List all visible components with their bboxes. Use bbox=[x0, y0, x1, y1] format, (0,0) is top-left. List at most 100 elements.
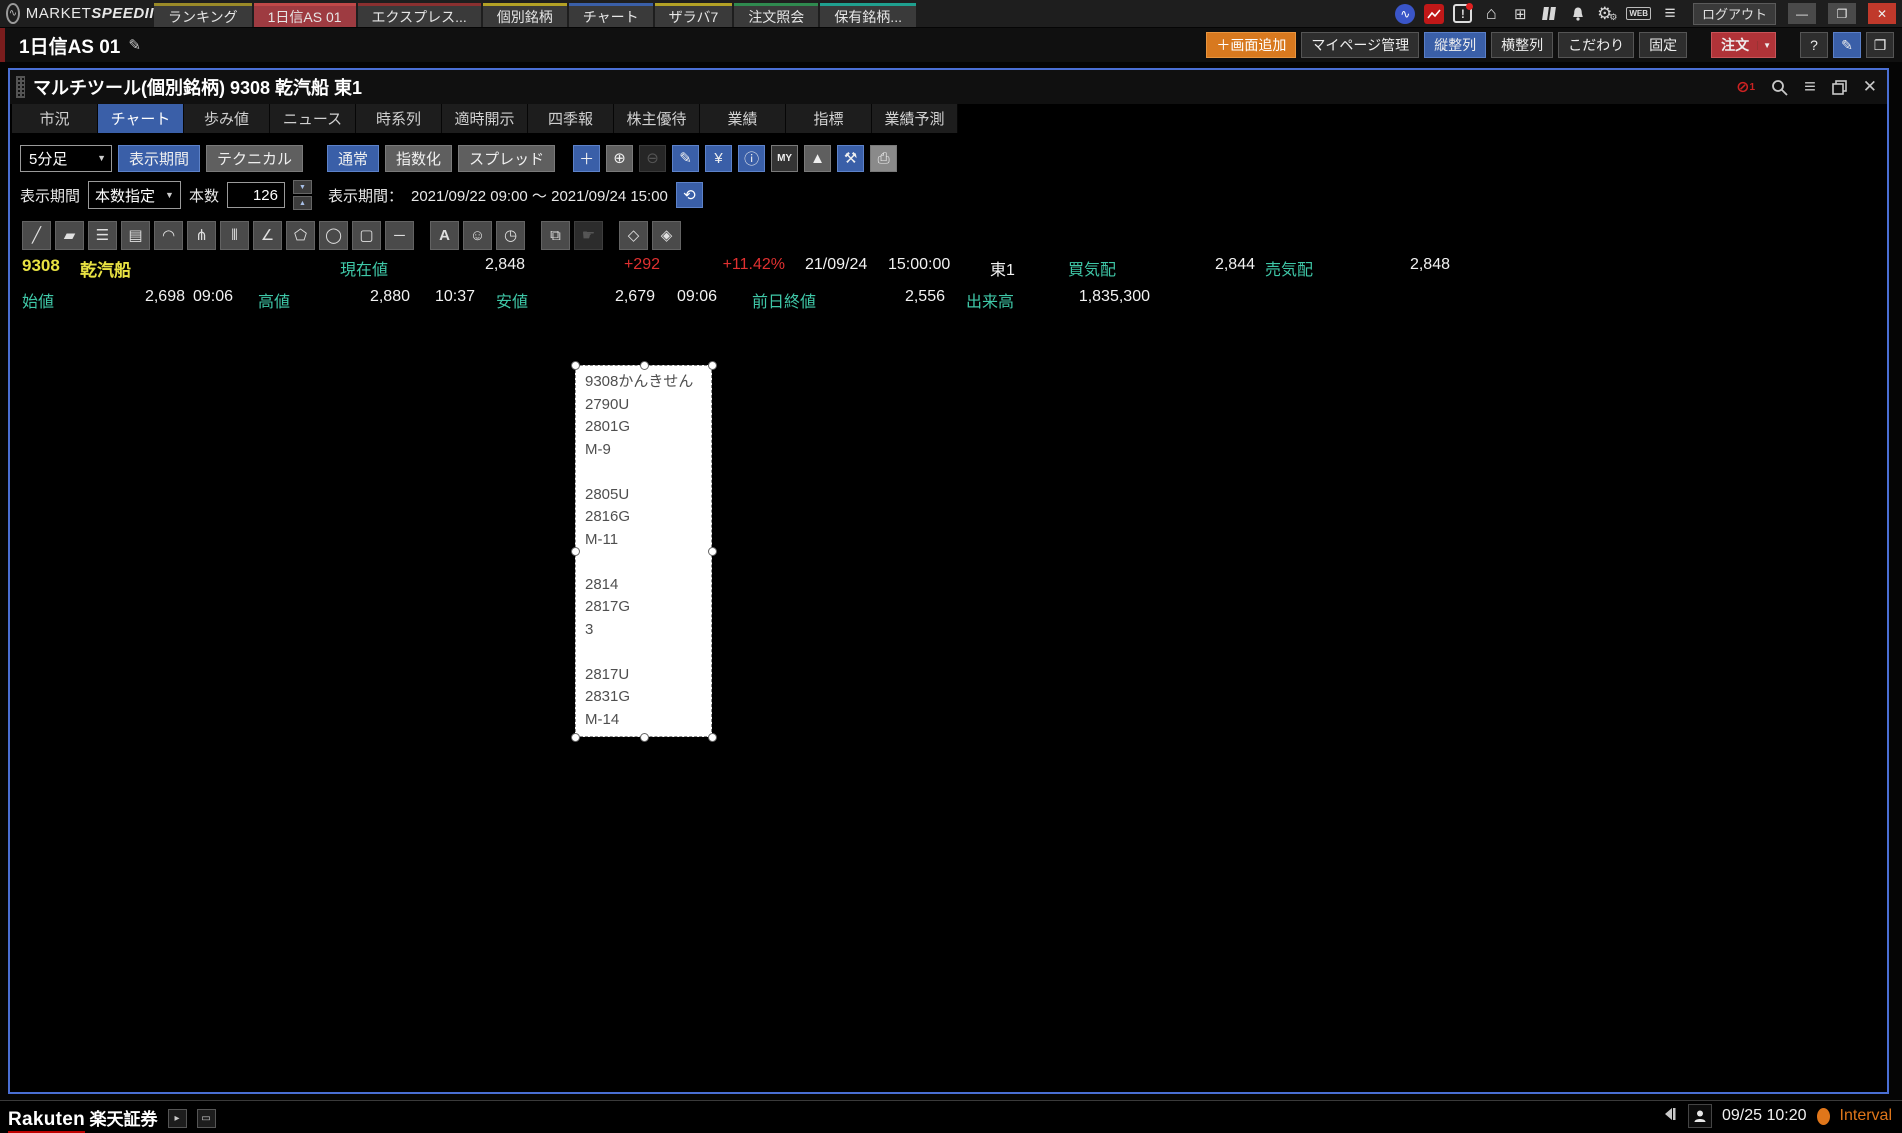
pentagon-tool-icon[interactable]: ⬠ bbox=[286, 221, 315, 250]
order-button[interactable]: 注文 ▼ bbox=[1711, 32, 1776, 58]
chart-note-annotation[interactable]: 9308かんきせん2790U2801GM-9 2805U2816GM-11 28… bbox=[575, 365, 712, 737]
logout-button[interactable]: ログアウト bbox=[1693, 3, 1776, 25]
hlines3-tool-icon[interactable]: ☰ bbox=[88, 221, 117, 250]
selection-handle[interactable] bbox=[708, 547, 717, 556]
yen-axis-button[interactable]: ¥ bbox=[705, 145, 732, 172]
tab-ayumine[interactable]: 歩み値 bbox=[184, 104, 270, 133]
app-close-button[interactable]: ✕ bbox=[1868, 3, 1896, 24]
drag-handle-icon[interactable] bbox=[16, 76, 25, 98]
expand-arrow-icon[interactable]: ▸ bbox=[168, 1109, 187, 1128]
search-icon[interactable] bbox=[1771, 79, 1788, 96]
selection-handle[interactable] bbox=[571, 361, 580, 370]
indexed-mode-button[interactable]: 指数化 bbox=[385, 145, 452, 172]
icon-stamp-tool-icon[interactable]: ☺ bbox=[463, 221, 492, 250]
tab-shikyo[interactable]: 市況 bbox=[12, 104, 98, 133]
mypage-manage-button[interactable]: マイページ管理 bbox=[1301, 32, 1419, 58]
user-icon[interactable] bbox=[1688, 1104, 1712, 1128]
menu-tab-1nichi-as[interactable]: 1日信AS 01 bbox=[254, 3, 356, 27]
horizontal-align-button[interactable]: 横整列 bbox=[1491, 32, 1553, 58]
panel-toggle-icon[interactable]: ▭ bbox=[197, 1109, 216, 1128]
spread-mode-button[interactable]: スプレッド bbox=[458, 145, 555, 172]
tab-tekiji-kaiji[interactable]: 適時開示 bbox=[442, 104, 528, 133]
ellipse-tool-icon[interactable]: ◯ bbox=[319, 221, 348, 250]
display-period-button[interactable]: 表示期間 bbox=[118, 145, 200, 172]
web-icon[interactable]: WEB bbox=[1626, 7, 1651, 20]
window-title-bar[interactable]: マルチツール(個別銘柄) 9308 乾汽船 東1 ⊘1 ≡ ✕ bbox=[10, 70, 1887, 104]
selection-handle[interactable] bbox=[640, 733, 649, 742]
tab-yutai[interactable]: 株主優待 bbox=[614, 104, 700, 133]
fan-lines-tool-icon[interactable]: ⋔ bbox=[187, 221, 216, 250]
order-caret-icon[interactable]: ▼ bbox=[1757, 41, 1771, 50]
chart-shortcut-icon[interactable] bbox=[1424, 4, 1444, 24]
hamburger-menu-icon[interactable]: ≡ bbox=[1660, 4, 1680, 24]
home-icon[interactable]: ⌂ bbox=[1481, 4, 1501, 24]
menu-tab-kobetsu[interactable]: 個別銘柄 bbox=[483, 3, 567, 27]
bar-count-input[interactable]: 126 bbox=[227, 182, 285, 208]
trendline-tool-icon[interactable]: ╱ bbox=[22, 221, 51, 250]
selection-handle[interactable] bbox=[571, 733, 580, 742]
zoom-out-button[interactable]: ⊖ bbox=[639, 145, 666, 172]
info-button[interactable]: ⓘ bbox=[738, 145, 765, 172]
crosshair-plus-button[interactable]: ＋ bbox=[573, 145, 600, 172]
menu-tab-chumon-shokai[interactable]: 注文照会 bbox=[734, 3, 818, 27]
selection-handle[interactable] bbox=[708, 733, 717, 742]
add-screen-button[interactable]: ＋画面追加 bbox=[1206, 32, 1296, 58]
selection-handle[interactable] bbox=[640, 361, 649, 370]
print-button[interactable]: ⎙ bbox=[870, 145, 897, 172]
market-wave-icon[interactable]: ∿ bbox=[1395, 4, 1415, 24]
tab-news[interactable]: ニュース bbox=[270, 104, 356, 133]
prev-media-icon[interactable] bbox=[1662, 1106, 1678, 1127]
count-decrement-button[interactable]: ▼ bbox=[293, 180, 312, 194]
vlines-tool-icon[interactable]: ⫴ bbox=[220, 221, 249, 250]
tab-gyoseki[interactable]: 業績 bbox=[700, 104, 786, 133]
tab-gyoseki-yosoku[interactable]: 業績予測 bbox=[872, 104, 958, 133]
alert-icon[interactable]: ! bbox=[1453, 4, 1472, 23]
draw-pencil-button[interactable]: ✎ bbox=[672, 145, 699, 172]
panels-icon[interactable] bbox=[1539, 4, 1559, 24]
erase-all-tool-icon[interactable]: ◈ bbox=[652, 221, 681, 250]
zoom-in-button[interactable]: ⊕ bbox=[606, 145, 633, 172]
window-menu-icon[interactable]: ≡ bbox=[1804, 76, 1816, 99]
paste-drawing-tool-icon[interactable]: ☛ bbox=[574, 221, 603, 250]
menu-tab-hoyu-meigara[interactable]: 保有銘柄... bbox=[820, 3, 916, 27]
text-tool-icon[interactable]: A bbox=[430, 221, 459, 250]
hsegment-tool-icon[interactable]: ─ bbox=[385, 221, 414, 250]
my-indicator-button[interactable]: MY bbox=[771, 145, 798, 172]
window-restore-icon[interactable] bbox=[1832, 80, 1847, 95]
menu-tab-chart[interactable]: チャート bbox=[569, 3, 653, 27]
selection-handle[interactable] bbox=[708, 361, 717, 370]
duplicate-window-button[interactable]: ❐ bbox=[1866, 32, 1894, 58]
selection-handle[interactable] bbox=[571, 547, 580, 556]
ruler-tool-icon[interactable]: ▰ bbox=[55, 221, 84, 250]
time-marker-tool-icon[interactable]: ◷ bbox=[496, 221, 525, 250]
hlines4-tool-icon[interactable]: ▤ bbox=[121, 221, 150, 250]
tab-shikiho[interactable]: 四季報 bbox=[528, 104, 614, 133]
settings-wrench-button[interactable]: ⚒ bbox=[837, 145, 864, 172]
timeframe-select[interactable]: 5分足 ▼ bbox=[20, 145, 112, 172]
tab-chart[interactable]: チャート bbox=[98, 104, 184, 133]
copy-drawing-tool-icon[interactable]: ⧉ bbox=[541, 221, 570, 250]
tab-shihyo[interactable]: 指標 bbox=[786, 104, 872, 133]
app-maximize-button[interactable]: ❐ bbox=[1828, 3, 1856, 24]
edit-title-pencil-icon[interactable]: ✎ bbox=[128, 36, 141, 54]
rectangle-tool-icon[interactable]: ▢ bbox=[352, 221, 381, 250]
tab-jikeiretsu[interactable]: 時系列 bbox=[356, 104, 442, 133]
angle-fan-tool-icon[interactable]: ∠ bbox=[253, 221, 282, 250]
menu-tab-express[interactable]: エクスプレス... bbox=[358, 3, 481, 27]
technical-button[interactable]: テクニカル bbox=[206, 145, 303, 172]
vertical-align-button[interactable]: 縦整列 bbox=[1424, 32, 1486, 58]
normal-mode-button[interactable]: 通常 bbox=[327, 145, 379, 172]
menu-tab-zaraba7[interactable]: ザラバ7 bbox=[655, 3, 733, 27]
add-document-icon[interactable]: ⊞ bbox=[1510, 4, 1530, 24]
menu-tab-ranking[interactable]: ランキング bbox=[154, 3, 252, 27]
help-button[interactable]: ? bbox=[1800, 32, 1828, 58]
link-group-icon[interactable]: ⊘1 bbox=[1736, 77, 1755, 97]
settings-gear-icon[interactable]: ⚙⚙ bbox=[1597, 4, 1617, 24]
fib-arc-tool-icon[interactable]: ◠ bbox=[154, 221, 183, 250]
bell-icon[interactable] bbox=[1568, 4, 1588, 24]
fixed-button[interactable]: 固定 bbox=[1639, 32, 1687, 58]
period-mode-select[interactable]: 本数指定 ▼ bbox=[88, 181, 181, 209]
window-close-icon[interactable]: ✕ bbox=[1863, 77, 1877, 97]
app-minimize-button[interactable]: — bbox=[1788, 3, 1816, 24]
reset-period-button[interactable]: ⟲ bbox=[676, 182, 703, 208]
